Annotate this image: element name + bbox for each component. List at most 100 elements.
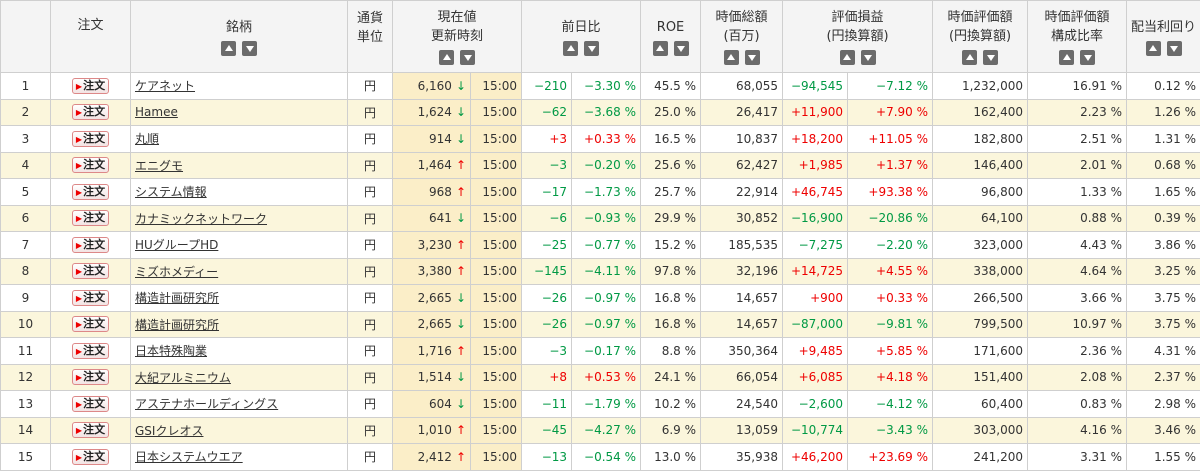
roe-value: 25.0 %: [641, 99, 701, 126]
stock-name-link[interactable]: 大紀アルミニウム: [135, 371, 231, 385]
order-button[interactable]: ▶注文: [72, 104, 109, 120]
stock-name-link[interactable]: 構造計画研究所: [135, 318, 219, 332]
profit-loss-percent: +23.69 %: [848, 444, 933, 471]
order-label: 注文: [83, 370, 105, 383]
dividend-yield: 0.12 %: [1127, 73, 1200, 100]
stock-name-link[interactable]: ケアネット: [135, 79, 195, 93]
sort-asc-icon[interactable]: [221, 41, 236, 56]
market-cap-value: 68,055: [701, 73, 783, 100]
order-button[interactable]: ▶注文: [72, 131, 109, 147]
stock-name-link[interactable]: システム情報: [135, 185, 207, 199]
change-percent: −3.30 %: [572, 73, 641, 100]
profit-loss-amount: −10,774: [783, 417, 848, 444]
order-button[interactable]: ▶注文: [72, 210, 109, 226]
dividend-yield: 0.68 %: [1127, 152, 1200, 179]
stock-name-link[interactable]: GSIクレオス: [135, 424, 203, 438]
order-button[interactable]: ▶注文: [72, 263, 109, 279]
composition-ratio: 1.33 %: [1028, 179, 1127, 206]
stock-name-cell: ミズホメディー: [131, 258, 348, 285]
play-icon: ▶: [76, 214, 82, 223]
sort-desc-icon[interactable]: [1080, 50, 1095, 65]
market-value: 799,500: [933, 311, 1028, 338]
table-row: 6▶注文カナミックネットワーク円641↓15:00−6−0.93 %29.9 %…: [1, 205, 1200, 232]
sort-asc-icon[interactable]: [724, 50, 739, 65]
update-time: 15:00: [471, 444, 522, 471]
order-button[interactable]: ▶注文: [72, 396, 109, 412]
stock-name-link[interactable]: 日本システムウエア: [135, 450, 243, 464]
market-cap-value: 13,059: [701, 417, 783, 444]
header-currency: 通貨 単位: [348, 1, 393, 73]
dividend-yield: 3.86 %: [1127, 232, 1200, 259]
dividend-yield: 0.39 %: [1127, 205, 1200, 232]
sort-desc-icon[interactable]: [584, 41, 599, 56]
row-number: 10: [1, 311, 51, 338]
roe-value: 97.8 %: [641, 258, 701, 285]
sort-desc-icon[interactable]: [1167, 41, 1182, 56]
current-price-cell: 914↓: [393, 126, 471, 153]
stock-name-link[interactable]: ミズホメディー: [135, 265, 218, 279]
sort-desc-icon[interactable]: [242, 41, 257, 56]
sort-desc-icon[interactable]: [674, 41, 689, 56]
roe-value: 8.8 %: [641, 338, 701, 365]
sort-asc-icon[interactable]: [1146, 41, 1161, 56]
stock-name-link[interactable]: アステナホールディングス: [135, 397, 278, 411]
change-amount: −26: [522, 285, 572, 312]
order-label: 注文: [83, 397, 105, 410]
update-time: 15:00: [471, 179, 522, 206]
sort-asc-icon[interactable]: [1059, 50, 1074, 65]
sort-desc-icon[interactable]: [861, 50, 876, 65]
roe-value: 6.9 %: [641, 417, 701, 444]
composition-ratio: 2.23 %: [1028, 99, 1127, 126]
play-icon: ▶: [76, 347, 82, 356]
sort-desc-icon[interactable]: [460, 50, 475, 65]
order-button[interactable]: ▶注文: [72, 290, 109, 306]
sort-asc-icon[interactable]: [962, 50, 977, 65]
order-cell: ▶注文: [51, 364, 131, 391]
market-cap-value: 14,657: [701, 285, 783, 312]
stock-name-link[interactable]: エニグモ: [135, 159, 183, 173]
sort-desc-icon[interactable]: [983, 50, 998, 65]
current-price: 968: [429, 185, 452, 199]
order-label: 注文: [83, 317, 105, 330]
order-cell: ▶注文: [51, 99, 131, 126]
play-icon: ▶: [76, 426, 82, 435]
order-button[interactable]: ▶注文: [72, 157, 109, 173]
order-button[interactable]: ▶注文: [72, 343, 109, 359]
stock-name-cell: アステナホールディングス: [131, 391, 348, 418]
table-row: 15▶注文日本システムウエア円2,412↑15:00−13−0.54 %13.0…: [1, 444, 1200, 471]
sort-asc-icon[interactable]: [439, 50, 454, 65]
order-button[interactable]: ▶注文: [72, 369, 109, 385]
market-cap-value: 30,852: [701, 205, 783, 232]
roe-value: 24.1 %: [641, 364, 701, 391]
sort-asc-icon[interactable]: [840, 50, 855, 65]
row-number: 15: [1, 444, 51, 471]
stock-name-link[interactable]: 構造計画研究所: [135, 291, 219, 305]
table-row: 4▶注文エニグモ円1,464↑15:00−3−0.20 %25.6 %62,42…: [1, 152, 1200, 179]
composition-ratio: 16.91 %: [1028, 73, 1127, 100]
stock-name-cell: Hamee: [131, 99, 348, 126]
arrow-up-icon: ↑: [456, 344, 466, 358]
stock-name-link[interactable]: HUグループHD: [135, 238, 218, 252]
order-button[interactable]: ▶注文: [72, 422, 109, 438]
order-button[interactable]: ▶注文: [72, 184, 109, 200]
play-icon: ▶: [76, 400, 82, 409]
stock-name-link[interactable]: 丸順: [135, 132, 159, 146]
stock-name-link[interactable]: Hamee: [135, 105, 178, 119]
sort-asc-icon[interactable]: [563, 41, 578, 56]
order-button[interactable]: ▶注文: [72, 237, 109, 253]
currency-unit: 円: [348, 285, 393, 312]
order-button[interactable]: ▶注文: [72, 78, 109, 94]
stock-name-link[interactable]: カナミックネットワーク: [135, 212, 267, 226]
order-button[interactable]: ▶注文: [72, 449, 109, 465]
update-time: 15:00: [471, 232, 522, 259]
play-icon: ▶: [76, 82, 82, 91]
sort-desc-icon[interactable]: [745, 50, 760, 65]
order-button[interactable]: ▶注文: [72, 316, 109, 332]
change-amount: +3: [522, 126, 572, 153]
table-row: 1▶注文ケアネット円6,160↓15:00−210−3.30 %45.5 %68…: [1, 73, 1200, 100]
sort-asc-icon[interactable]: [653, 41, 668, 56]
order-label: 注文: [83, 211, 105, 224]
header-ratio: 時価評価額 構成比率: [1028, 1, 1127, 73]
row-number: 2: [1, 99, 51, 126]
stock-name-link[interactable]: 日本特殊陶業: [135, 344, 207, 358]
